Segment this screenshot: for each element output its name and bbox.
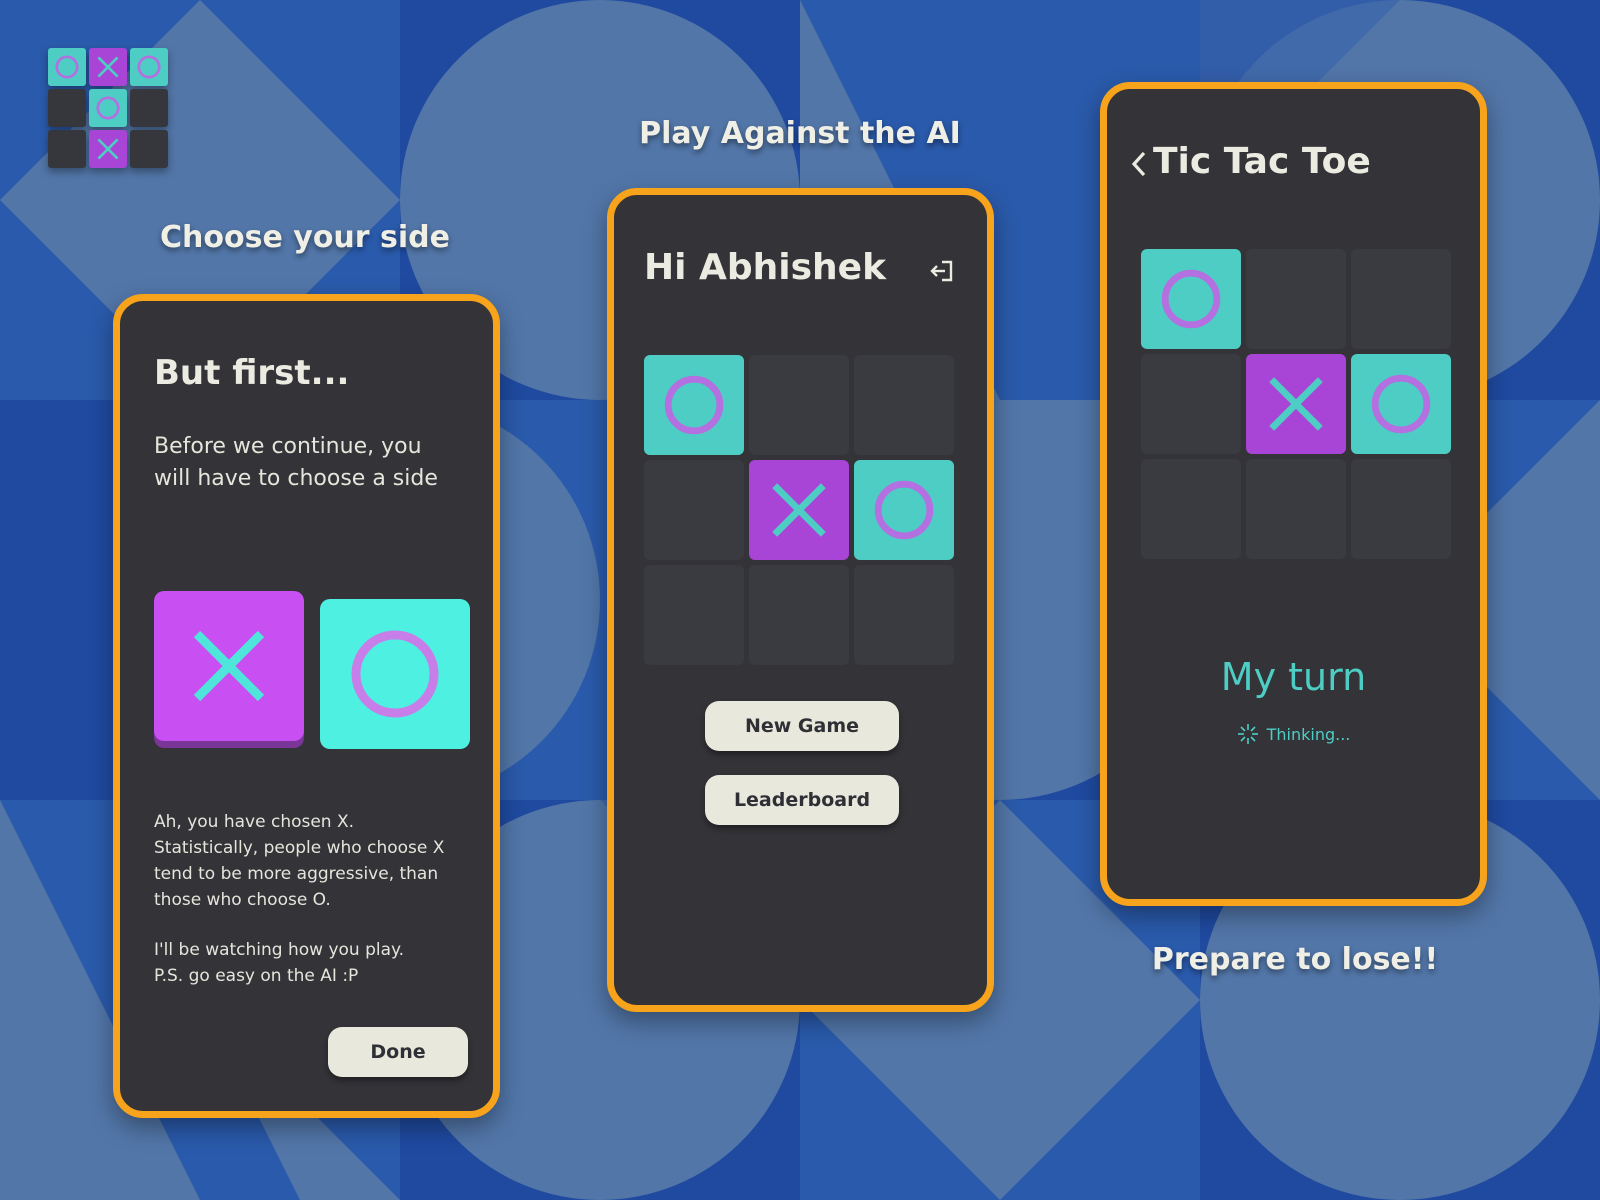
board-cell-9[interactable] (854, 565, 954, 665)
chevron-left-icon (1131, 151, 1146, 177)
game-board-preview (644, 355, 954, 665)
thinking-indicator: Thinking... (1107, 723, 1480, 745)
board-cell-8 (89, 130, 127, 168)
board-cell-3[interactable] (1351, 249, 1451, 349)
choice-message: Ah, you have chosen X. Statistically, pe… (154, 812, 445, 910)
board-cell-4[interactable] (1141, 354, 1241, 454)
turn-status: My turn (1220, 655, 1367, 699)
thinking-label: Thinking... (1266, 724, 1351, 744)
game-board (1141, 249, 1451, 559)
choose-o-button[interactable] (320, 599, 470, 749)
board-cell-5 (89, 89, 127, 127)
o-icon (664, 375, 724, 435)
spinner-icon (1237, 724, 1258, 744)
leaderboard-button[interactable]: Leaderboard (705, 775, 899, 825)
x-icon (97, 138, 119, 160)
o-icon (1371, 374, 1431, 434)
caption-play-ai: Play Against the AI (639, 116, 961, 151)
board-cell-8[interactable] (1246, 459, 1346, 559)
screen-title: But first... (154, 353, 350, 393)
choice-warning: I'll be watching how you play. P.S. go e… (154, 940, 405, 986)
o-icon (137, 55, 161, 79)
phone-screen-choose-side: But first... Before we continue, you wil… (113, 294, 500, 1118)
board-cell-2[interactable] (749, 355, 849, 455)
o-icon (96, 96, 120, 120)
board-cell-6[interactable] (1351, 354, 1451, 454)
o-icon (55, 55, 79, 79)
board-cell-5[interactable] (1246, 354, 1346, 454)
x-icon (97, 56, 119, 78)
game-title: Tic Tac Toe (1153, 141, 1371, 182)
board-cell-9 (130, 130, 168, 168)
board-cell-7[interactable] (644, 565, 744, 665)
x-icon (1269, 377, 1323, 431)
board-cell-1 (48, 48, 86, 86)
o-icon (874, 480, 934, 540)
logout-button[interactable] (928, 257, 956, 285)
board-cell-7 (48, 130, 86, 168)
phone-screen-game: Tic Tac Toe My turn Thinking... (1100, 82, 1487, 906)
o-icon (351, 630, 439, 718)
done-button[interactable]: Done (328, 1027, 468, 1077)
app-logo (48, 48, 170, 170)
x-icon (193, 630, 265, 702)
caption-prepare-to-lose: Prepare to lose!! (1151, 942, 1439, 977)
o-icon (1161, 269, 1221, 329)
board-cell-3 (130, 48, 168, 86)
board-cell-8[interactable] (749, 565, 849, 665)
new-game-button[interactable]: New Game (705, 701, 899, 751)
board-cell-4[interactable] (644, 460, 744, 560)
board-cell-1[interactable] (1141, 249, 1241, 349)
x-icon (772, 483, 826, 537)
board-cell-5[interactable] (749, 460, 849, 560)
board-cell-2 (89, 48, 127, 86)
board-cell-4 (48, 89, 86, 127)
board-cell-9[interactable] (1351, 459, 1451, 559)
phone-screen-home: Hi Abhishek New Game Leaderboard (607, 188, 994, 1012)
intro-text: Before we continue, you will have to cho… (154, 434, 438, 491)
choose-x-button[interactable] (154, 591, 304, 741)
board-cell-2[interactable] (1246, 249, 1346, 349)
board-cell-1[interactable] (644, 355, 744, 455)
greeting-title: Hi Abhishek (644, 247, 887, 288)
board-cell-6 (130, 89, 168, 127)
board-cell-3[interactable] (854, 355, 954, 455)
logout-icon (930, 260, 953, 282)
board-cell-6[interactable] (854, 460, 954, 560)
caption-choose-side: Choose your side (160, 220, 450, 255)
back-button[interactable] (1127, 147, 1151, 181)
board-cell-7[interactable] (1141, 459, 1241, 559)
